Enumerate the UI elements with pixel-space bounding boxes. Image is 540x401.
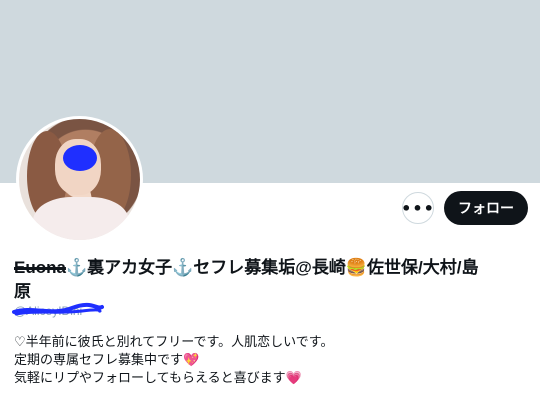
display-name: Euona⚓裏アカ女子⚓セフレ募集垢@長崎🍔佐世保/大村/島 原 [14,256,526,304]
handle-redaction-scribble [12,302,104,316]
follow-button[interactable]: フォロー [444,191,528,225]
avatar[interactable] [16,116,143,243]
bio-line: 気軽にリプやフォローしてもらえると喜びます💗 [14,371,302,386]
more-button[interactable]: ••• [401,192,435,224]
profile-bio: ♡半年前に彼氏と別れてフリーです。人肌恋しいです。 定期の専属セフレ募集中です💖… [14,334,526,388]
more-icon: ••• [401,198,435,218]
display-name-text-cont: 原 [14,282,31,301]
bio-line: 定期の専属セフレ募集中です💖 [14,353,200,368]
bio-line: ♡半年前に彼氏と別れてフリーです。人肌恋しいです。 [14,335,334,350]
redacted-name: Euona [14,258,66,277]
redaction-blob [63,145,97,171]
avatar-image [19,119,140,240]
display-name-text: ⚓裏アカ女子⚓セフレ募集垢@長崎🍔佐世保/大村/島 [65,258,479,277]
